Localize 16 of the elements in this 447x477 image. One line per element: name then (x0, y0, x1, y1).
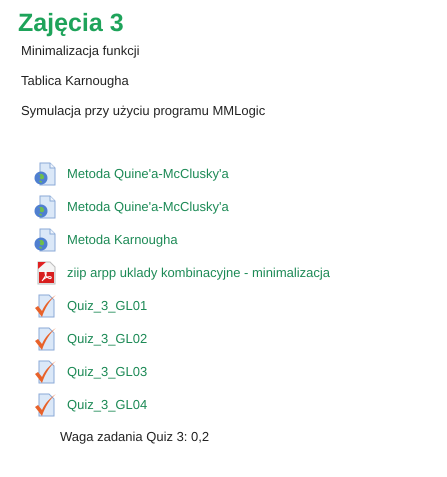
activity-link[interactable]: Quiz_3_GL01 (67, 298, 148, 313)
summary-text: Symulacja przy użyciu programu MMLogic (21, 104, 266, 117)
web-page-globe-icon (34, 162, 58, 186)
activity-link[interactable]: Quiz_3_GL03 (67, 364, 148, 379)
activity-link[interactable]: Metoda Quine'a-McClusky'a (67, 166, 229, 181)
activity-link[interactable]: Metoda Karnougha (67, 232, 178, 247)
web-page-globe-icon (34, 194, 58, 218)
activity-link[interactable]: Quiz_3_GL02 (67, 331, 148, 346)
activity-link[interactable]: Metoda Quine'a-McClusky'a (67, 199, 229, 214)
section-title: Zajęcia 3 (18, 8, 125, 38)
activity-link[interactable]: Quiz_3_GL04 (67, 397, 148, 412)
summary-text: Tablica Karnougha (21, 74, 130, 87)
weight-note: Waga zadania Quiz 3: 0,2 (60, 429, 210, 444)
activity-link[interactable]: ziip arpp uklady kombinacyjne - minimalizacja (67, 265, 330, 280)
web-page-globe-icon (34, 228, 58, 252)
summary-text: Minimalizacja funkcji (21, 44, 140, 57)
